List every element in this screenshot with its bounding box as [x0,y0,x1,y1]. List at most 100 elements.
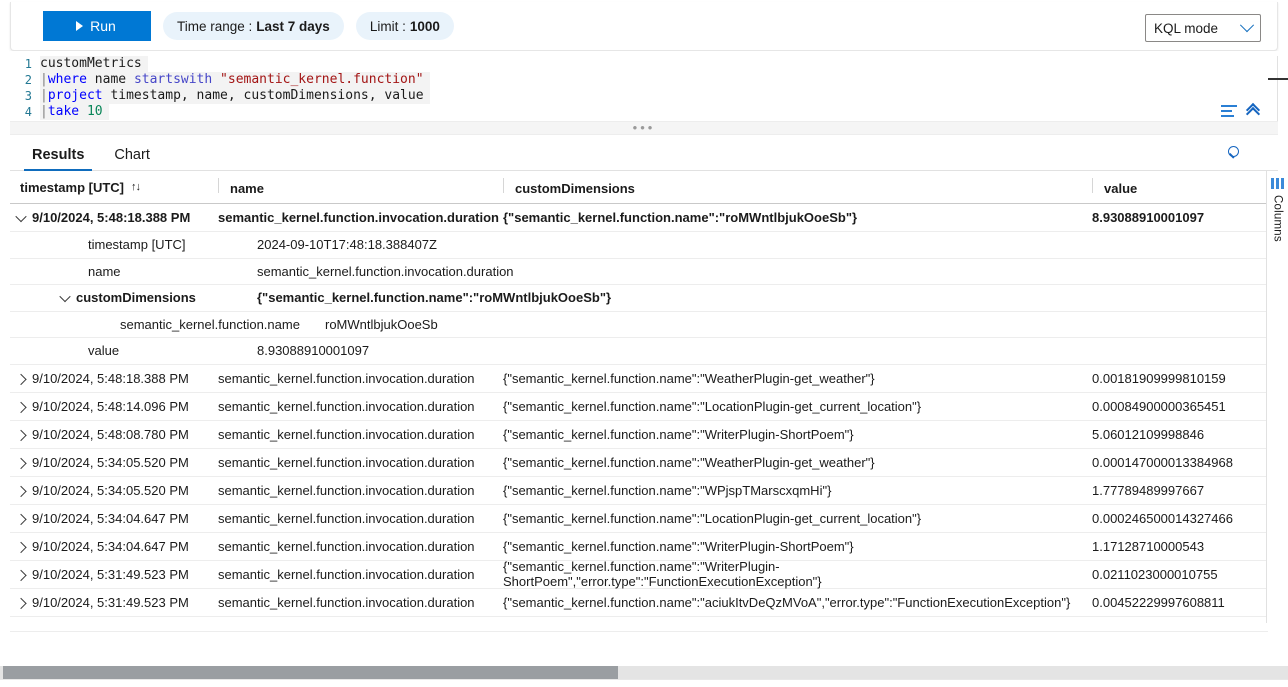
column-header-customdimensions-label: customDimensions [515,181,635,196]
detail-value: semantic_kernel.function.invocation.dura… [257,264,1268,279]
column-header-name-label: name [230,181,264,196]
detail-row-name: name semantic_kernel.function.invocation… [10,259,1268,286]
column-header-value[interactable]: value [1088,178,1266,196]
table-row[interactable]: 9/10/2024, 5:34:04.647 PM semantic_kerne… [10,505,1268,533]
code-token-function: startswith [134,72,212,87]
editor-scroll-thumb[interactable] [1268,78,1288,80]
column-header-customdimensions[interactable]: customDimensions [500,178,1088,196]
cell-name: semantic_kernel.function.invocation.dura… [215,210,500,225]
detail-row-customdimensions[interactable]: customDimensions {"semantic_kernel.funct… [10,285,1268,312]
detail-row-value: value 8.93088910001097 [10,338,1268,365]
table-row[interactable]: 9/10/2024, 5:34:05.520 PM semantic_kerne… [10,449,1268,477]
row-expand-chevron-icon[interactable] [10,458,32,466]
cell-value: 0.000246500014327466 [1088,511,1266,526]
row-expand-chevron-icon[interactable] [10,598,32,606]
table-row[interactable]: 9/10/2024, 5:34:05.520 PM semantic_kerne… [10,477,1268,505]
row-expand-chevron-icon[interactable] [10,430,32,438]
detail-value: 2024-09-10T17:48:18.388407Z [257,237,1268,252]
results-grid: timestamp [UTC] ↑↓ name customDimensions… [10,171,1268,623]
table-row[interactable]: 9/10/2024, 5:48:08.780 PM semantic_kerne… [10,421,1268,449]
query-mode-dropdown[interactable]: KQL mode [1145,14,1261,42]
tab-results[interactable]: Results [24,147,92,170]
detail-value: {"semantic_kernel.function.name":"roMWnt… [257,290,1268,305]
cell-customdimensions: {"semantic_kernel.function.name":"WPjspT… [500,483,1088,498]
code-token-columns: timestamp, name, customDimensions, value [103,88,424,103]
double-chevron-up-icon[interactable] [1246,104,1260,117]
cell-value: 1.17128710000543 [1088,539,1266,554]
cell-name: semantic_kernel.function.invocation.dura… [215,539,500,554]
table-row[interactable]: 9/10/2024, 5:48:18.388 PM semantic_kerne… [10,204,1268,232]
detail-key: customDimensions [76,290,196,305]
query-code[interactable]: 1 customMetrics 2 |where name startswith… [10,56,430,120]
editor-results-splitter[interactable]: ••• [10,121,1278,135]
cell-customdimensions: {"semantic_kernel.function.name":"Writer… [500,539,1088,554]
table-row[interactable]: 9/10/2024, 5:34:04.647 PM semantic_kerne… [10,533,1268,561]
limit-picker[interactable]: Limit : 1000 [356,12,454,40]
table-row[interactable]: 9/10/2024, 5:48:18.388 PM semantic_kerne… [10,365,1268,393]
cell-name: semantic_kernel.function.invocation.dura… [215,567,500,582]
row-expand-chevron-icon[interactable] [10,374,32,382]
row-collapse-chevron-icon[interactable] [10,214,32,222]
code-token-string: "semantic_kernel.function" [212,72,423,87]
editor-actions [1221,104,1260,117]
cell-timestamp: 9/10/2024, 5:34:05.520 PM [32,483,189,498]
cell-customdimensions: {"semantic_kernel.function.name":"Weathe… [500,455,1088,470]
cell-value: 5.06012109998846 [1088,427,1266,442]
line-number: 4 [10,104,40,120]
cell-customdimensions: {"semantic_kernel.function.name":"Writer… [500,427,1088,442]
cell-value: 0.0211023000010755 [1088,567,1266,582]
run-button-label: Run [90,18,116,34]
table-row[interactable]: 9/10/2024, 5:48:14.096 PM semantic_kerne… [10,393,1268,421]
sort-arrows-icon[interactable]: ↑↓ [131,181,140,193]
column-divider [503,178,504,193]
column-header-name[interactable]: name [215,178,500,196]
cell-timestamp: 9/10/2024, 5:34:05.520 PM [32,455,189,470]
cell-value: 0.000147000013384968 [1088,455,1266,470]
code-line-3: 3 |project timestamp, name, customDimens… [10,88,430,104]
cell-value: 1.77789489997667 [1088,483,1266,498]
column-divider [1092,178,1093,193]
chevron-down-icon [1240,18,1254,32]
columns-panel-toggle[interactable]: Columns [1266,171,1288,623]
play-icon [76,21,83,31]
time-range-picker[interactable]: Time range : Last 7 days [163,12,344,40]
line-number: 3 [10,88,40,104]
code-token-keyword: project [48,88,103,103]
run-button[interactable]: Run [43,11,151,41]
query-editor[interactable]: 1 customMetrics 2 |where name startswith… [10,51,1278,121]
row-expand-chevron-icon[interactable] [10,402,32,410]
detail-key: semantic_kernel.function.name [10,317,325,332]
columns-icon [1271,178,1285,189]
row-expand-chevron-icon[interactable] [10,542,32,550]
column-header-value-label: value [1104,181,1137,196]
horizontal-scrollbar[interactable] [0,666,1288,679]
results-tabs: Results Chart [10,137,1278,171]
cell-customdimensions: {"semantic_kernel.function.name":"Locati… [500,399,1088,414]
cell-timestamp: 9/10/2024, 5:48:14.096 PM [32,399,189,414]
detail-value: roMWntlbjukOoeSb [325,317,1268,332]
time-range-value: Last 7 days [256,19,330,34]
horizontal-scrollbar-thumb[interactable] [3,666,618,679]
row-expand-chevron-icon[interactable] [10,486,32,494]
detail-key: value [10,343,257,358]
table-header-row: timestamp [UTC] ↑↓ name customDimensions… [10,171,1268,204]
format-query-icon[interactable] [1221,105,1237,117]
query-mode-value: KQL mode [1154,21,1242,36]
cell-timestamp: 9/10/2024, 5:48:08.780 PM [32,427,189,442]
code-token-keyword: take [48,104,79,119]
column-header-timestamp[interactable]: timestamp [UTC] ↑↓ [10,180,215,195]
tab-chart[interactable]: Chart [106,147,157,170]
cell-name: semantic_kernel.function.invocation.dura… [215,399,500,414]
search-icon[interactable] [1227,146,1245,164]
cell-customdimensions: {"semantic_kernel.function.name":"Locati… [500,511,1088,526]
row-expand-chevron-icon[interactable] [10,570,32,578]
cell-value: 8.93088910001097 [1088,210,1266,225]
table-row[interactable]: 9/10/2024, 5:31:49.523 PM semantic_kerne… [10,561,1268,589]
table-row[interactable]: 9/10/2024, 5:31:49.523 PM semantic_kerne… [10,589,1268,617]
row-expand-chevron-icon[interactable] [10,514,32,522]
time-range-label: Time range : [177,19,252,34]
cell-name: semantic_kernel.function.invocation.dura… [215,511,500,526]
detail-collapse-chevron-icon[interactable] [54,294,76,302]
limit-value: 1000 [410,19,440,34]
line-number: 1 [10,56,40,72]
